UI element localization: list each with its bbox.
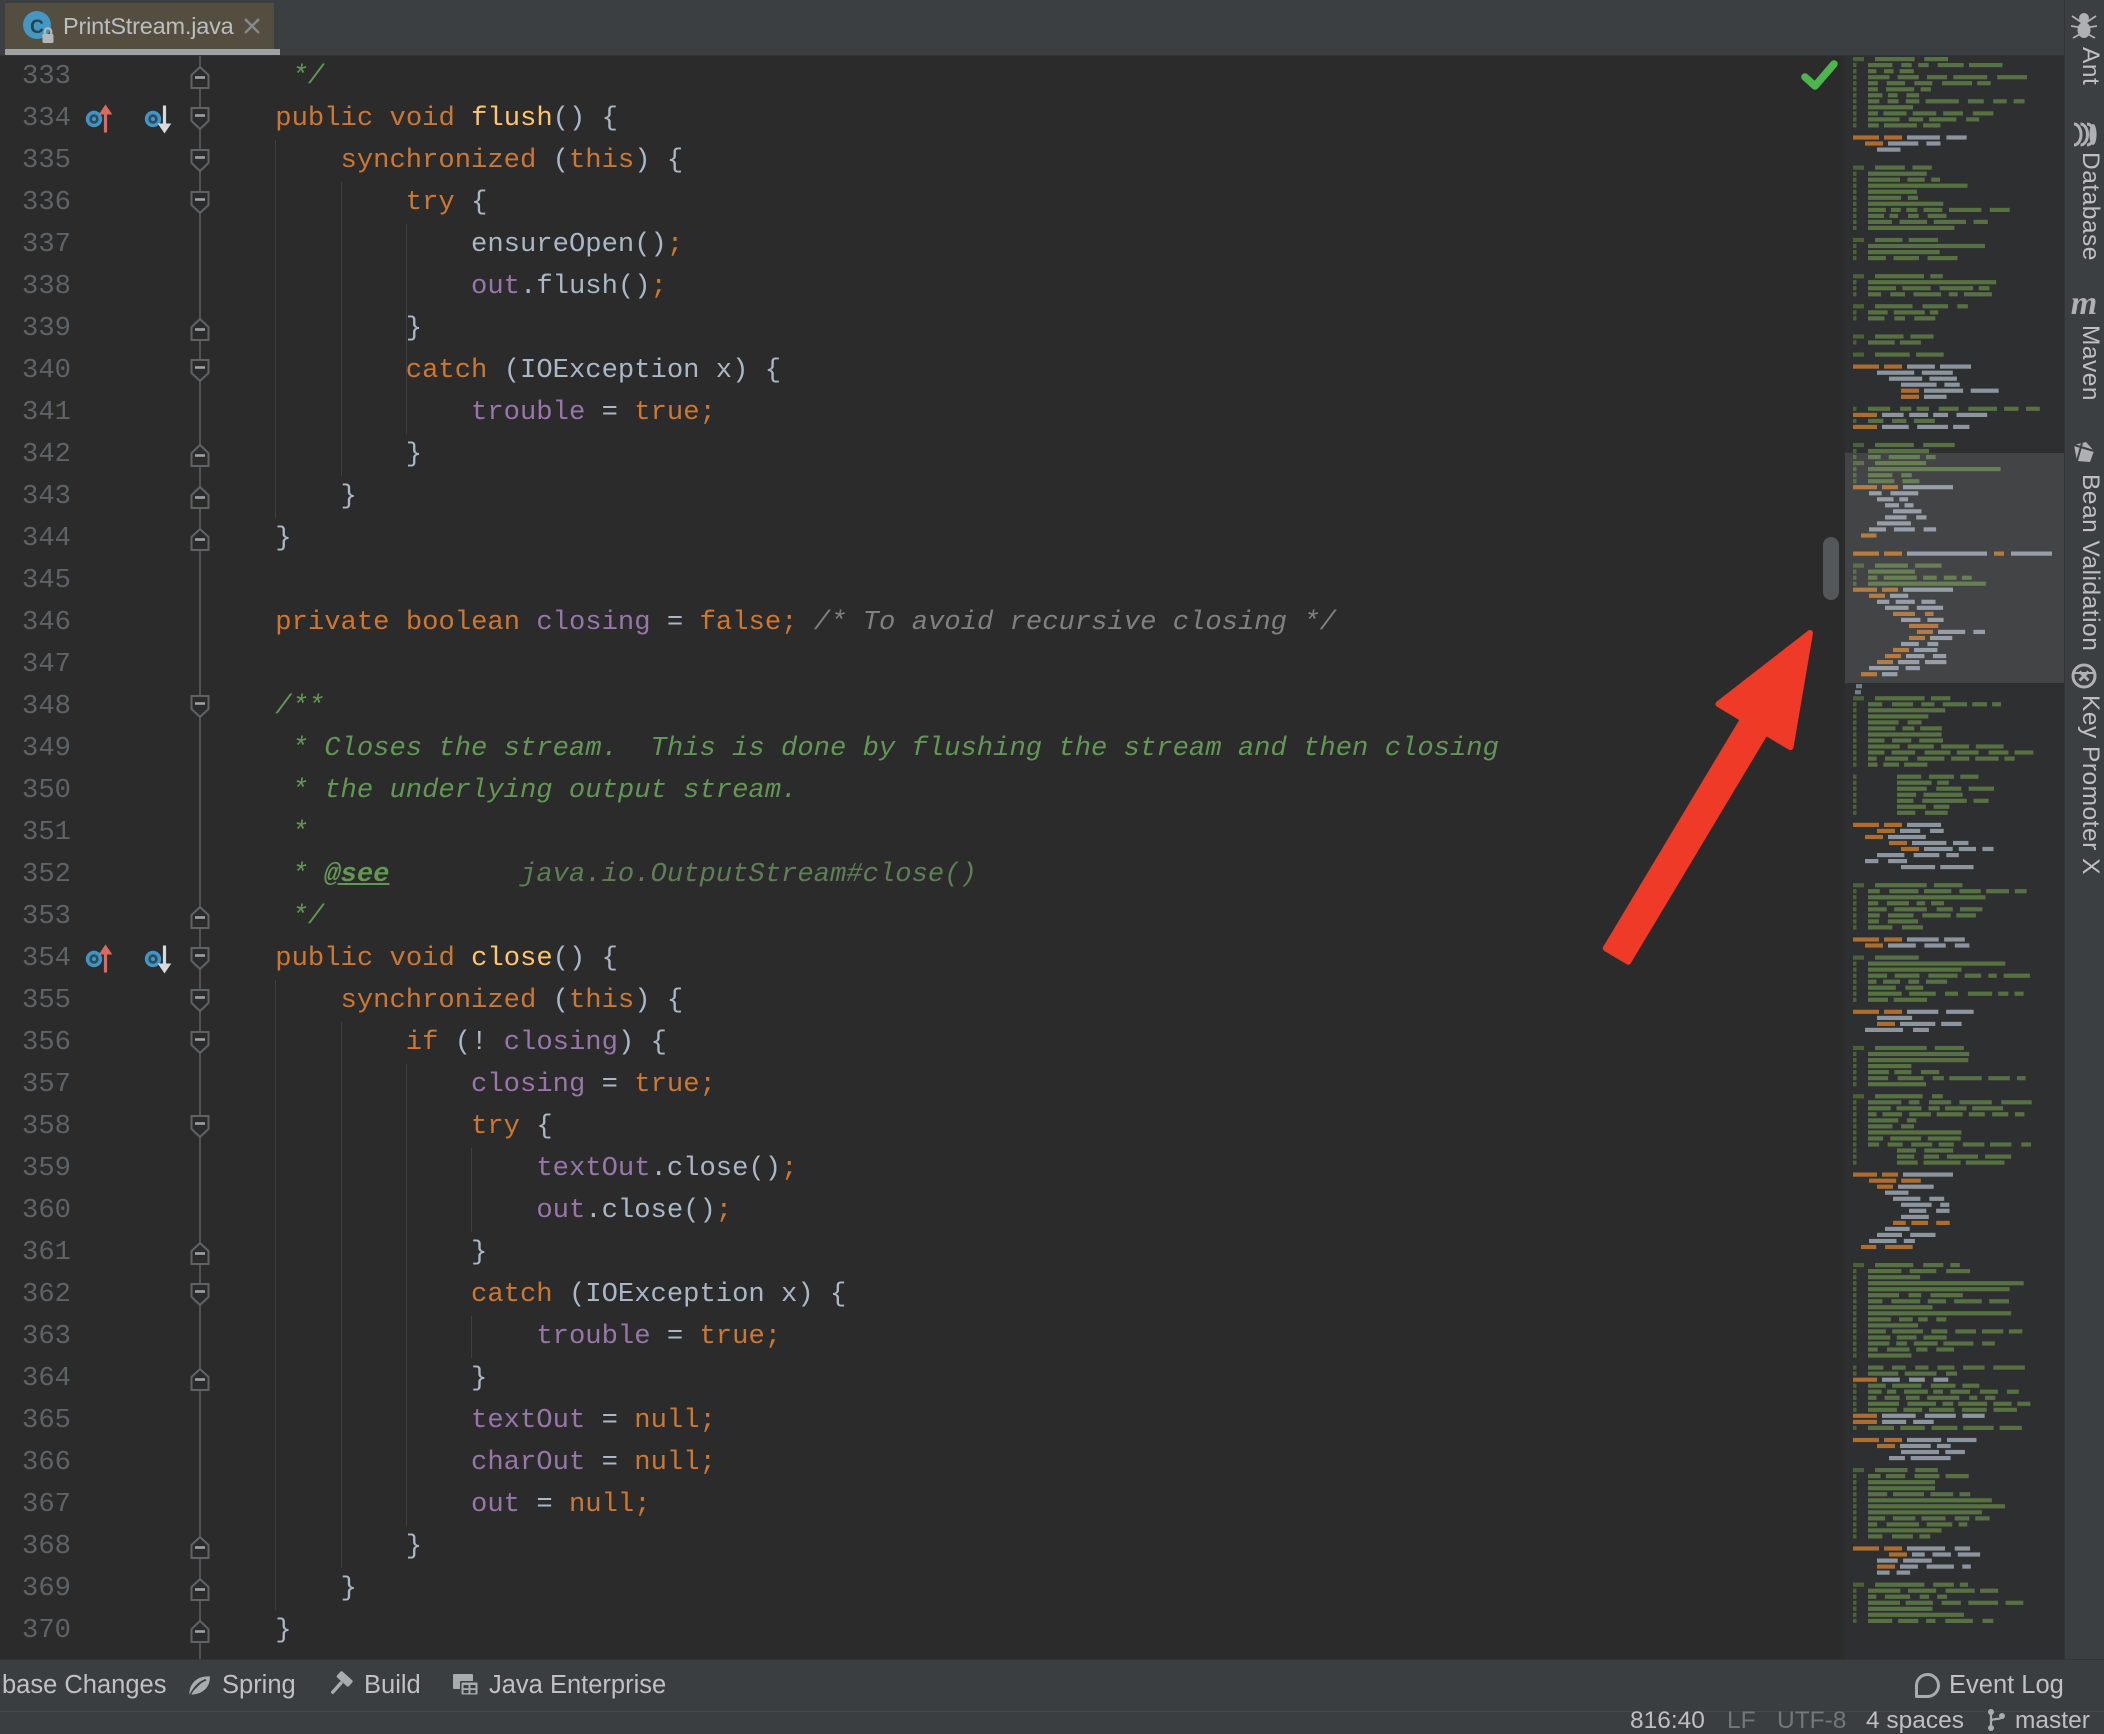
svg-text:m: m (2071, 285, 2097, 322)
